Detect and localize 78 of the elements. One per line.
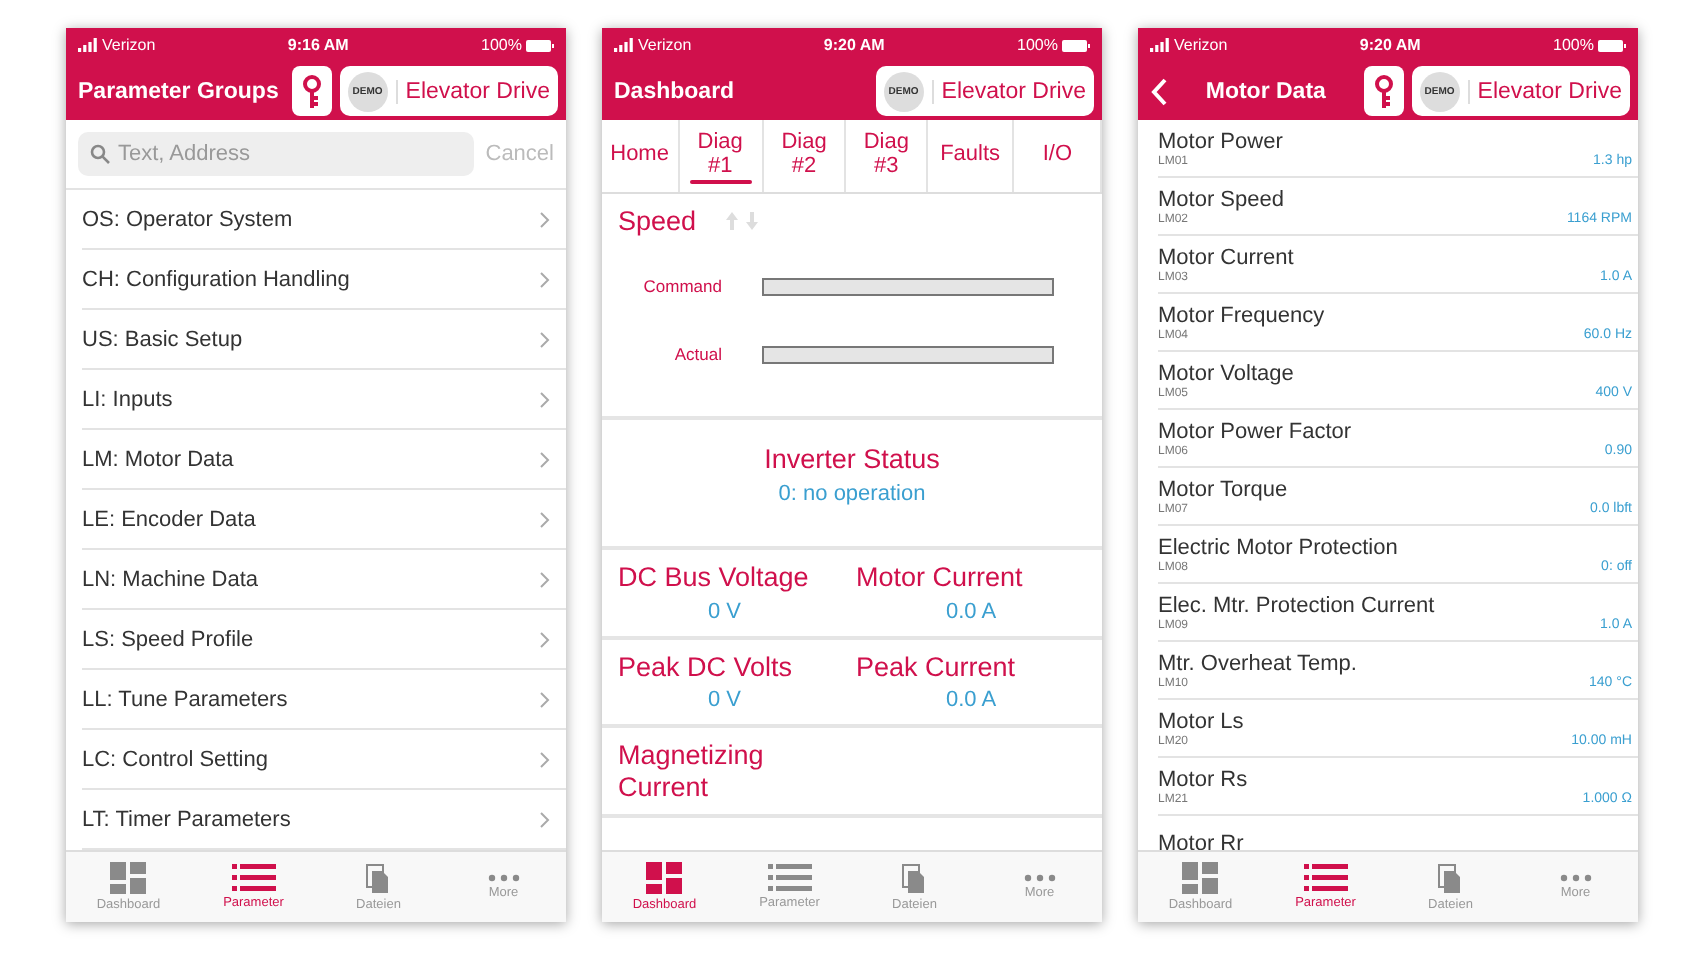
reading-value: 0 V [706,599,744,624]
key-button[interactable] [291,66,332,116]
header-title: Parameter Groups [78,79,281,103]
reading-label: DC Bus Voltage [618,562,811,594]
battery-text: 100% [1017,36,1090,54]
signal-icon [1150,38,1170,52]
battery-text: 100% [481,36,554,54]
grid-icon [1182,862,1219,894]
sort-arrows-icon [724,212,761,230]
segment-tab[interactable]: Diag #1 [679,120,764,192]
chevron-icon [540,331,550,347]
bar-label: Actual [672,344,722,364]
chevron-icon [540,631,550,647]
group-list-item[interactable]: OS: Operator System [82,190,566,250]
group-list-item[interactable]: LS: Speed Profile [82,610,566,670]
signal-icon [614,38,634,52]
chevron-icon [540,811,550,827]
segment-tab[interactable]: I/O [1014,120,1102,192]
more-icon [487,874,520,882]
back-icon[interactable] [1150,77,1168,105]
list-icon [1303,864,1348,892]
group-list-item[interactable]: LE: Encoder Data [82,490,566,550]
card-title: Speed [618,206,697,236]
documents-icon [1438,863,1463,893]
battery-icon [1597,39,1626,51]
chevron-icon [540,271,550,287]
reading-label: Motor Current [856,562,1025,594]
list-icon [767,864,812,892]
documents-icon [902,863,927,893]
chevron-icon [540,511,550,527]
reading-label: Peak Current [856,651,1018,683]
battery-text: 100% [1553,36,1626,54]
battery-icon [525,39,554,51]
chevron-icon [540,211,550,227]
bar-label: Command [641,276,722,296]
header-title: Dashboard [614,79,737,103]
more-icon [1023,874,1056,882]
reading-value: 0 V [706,688,744,713]
group-list-item[interactable]: LC: Control Setting [82,730,566,790]
search-field[interactable]: Text, Address [78,132,474,176]
chevron-icon [540,391,550,407]
group-list-item[interactable]: LI: Inputs [82,370,566,430]
carrier-text: Verizon [1150,36,1228,54]
grid-icon [110,862,147,894]
clock-text: 9:20 AM [1359,36,1421,54]
key-icon [301,73,322,109]
grid-icon [646,862,683,894]
list-icon [231,864,276,892]
group-list-item[interactable]: US: Basic Setup [82,310,566,370]
group-list-item[interactable]: LN: Machine Data [82,550,566,610]
chevron-icon [540,571,550,587]
segment-tab[interactable]: Diag #3 [846,120,928,192]
group-list-item[interactable]: CH: Configuration Handling [82,250,566,310]
chevron-icon [540,751,550,767]
card-title: Inverter Status [764,444,940,474]
signal-icon [78,38,98,52]
status-value: 0: no operation [778,482,926,506]
key-icon [1373,73,1394,109]
reading-label: Magnetizing Current [618,740,766,803]
more-icon [1559,874,1592,882]
clock-text: 9:20 AM [823,36,885,54]
carrier-text: Verizon [78,36,156,54]
segment-tab[interactable]: Faults [927,120,1015,192]
documents-icon [366,863,391,893]
carrier-text: Verizon [614,36,692,54]
reading-value: 0.0 A [944,688,999,713]
group-list-item[interactable]: LM: Motor Data [82,430,566,490]
chevron-icon [540,691,550,707]
battery-icon [1061,39,1090,51]
header-title: Motor Data [1203,79,1328,103]
key-button[interactable] [1363,66,1404,116]
group-list-item[interactable]: LL: Tune Parameters [82,670,566,730]
reading-value: 0.0 A [944,599,999,624]
chevron-icon [540,451,550,467]
reading-label: Peak DC Volts [618,651,795,683]
clock-text: 9:16 AM [287,36,349,54]
segment-tab[interactable]: Diag #2 [763,120,847,192]
segment-tab[interactable]: Home [602,120,680,192]
